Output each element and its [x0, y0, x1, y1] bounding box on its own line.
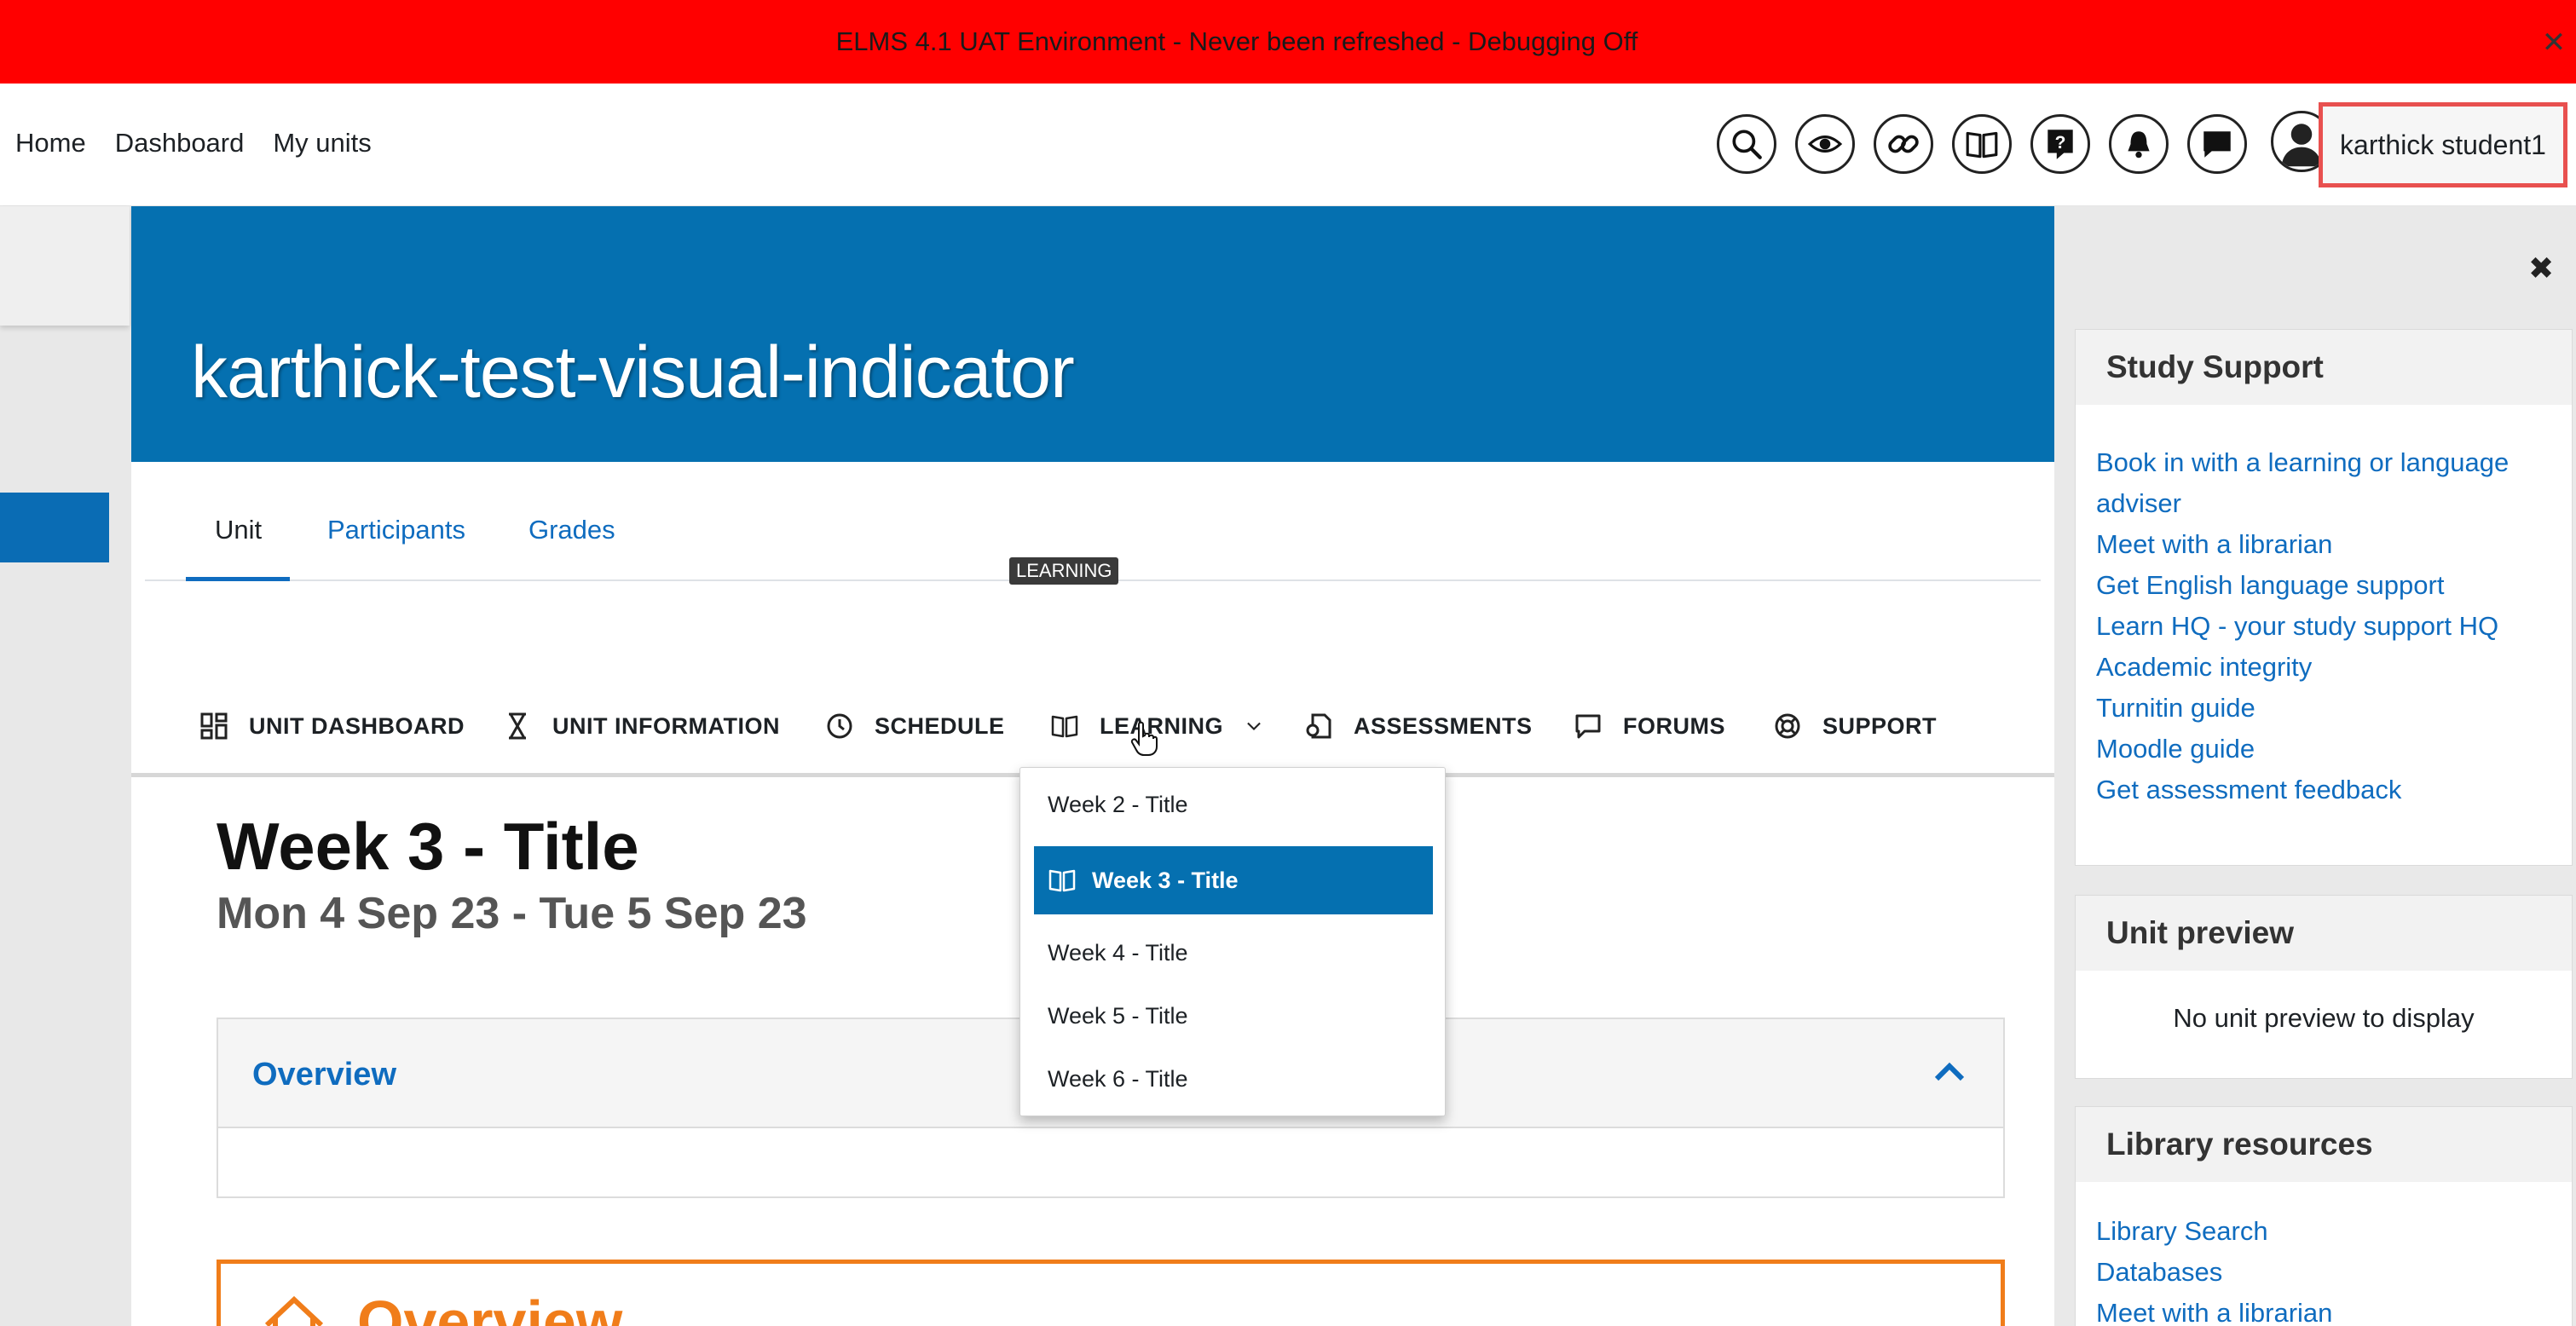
forums-nav[interactable]: FORUMS	[1574, 683, 1725, 769]
close-drawer-icon[interactable]: ✖	[2528, 251, 2554, 286]
username-label: karthick student1	[2340, 129, 2546, 160]
left-drawer-active-indicator[interactable]	[0, 493, 109, 562]
unit-header: karthick-test-visual-indicator	[131, 206, 2054, 462]
search-icon[interactable]	[1717, 114, 1776, 174]
link-library-meet-librarian[interactable]: Meet with a librarian	[2096, 1293, 2555, 1326]
left-drawer-strip	[0, 206, 130, 326]
lifebuoy-icon	[1775, 713, 1800, 739]
dropdown-item-week-4[interactable]: Week 4 - Title	[1020, 921, 1447, 984]
section-card: Overview	[217, 1260, 2005, 1326]
dashboard-icon	[200, 712, 228, 740]
study-support-block: Study Support Book in with a learning or…	[2075, 329, 2573, 866]
link-assessment-feedback[interactable]: Get assessment feedback	[2096, 770, 2555, 810]
unit-preview-title: Unit preview	[2076, 896, 2572, 971]
section-title: Week 3 - Title	[217, 809, 639, 884]
close-banner-icon[interactable]: ✕	[2537, 26, 2571, 60]
tab-unit[interactable]: Unit	[215, 515, 262, 545]
learning-label: LEARNING	[1100, 712, 1223, 739]
link-learn-hq[interactable]: Learn HQ - your study support HQ	[2096, 606, 2555, 647]
schedule-label: SCHEDULE	[875, 712, 1005, 739]
library-resources-title: Library resources	[2076, 1107, 2572, 1182]
home-icon	[264, 1295, 324, 1326]
link-icon[interactable]	[1874, 114, 1933, 174]
bell-icon[interactable]	[2109, 114, 2169, 174]
dropdown-item-week-5[interactable]: Week 5 - Title	[1020, 984, 1447, 1047]
svg-text:?: ?	[2055, 133, 2066, 153]
chat-icon[interactable]	[2187, 114, 2247, 174]
support-label: SUPPORT	[1822, 712, 1938, 739]
link-library-search[interactable]: Library Search	[2096, 1211, 2555, 1252]
unit-information-nav[interactable]: UNIT INFORMATION	[503, 683, 780, 769]
chevron-down-icon	[1247, 722, 1261, 731]
forums-label: FORUMS	[1623, 712, 1725, 739]
link-moodle-guide[interactable]: Moodle guide	[2096, 729, 2555, 770]
link-english-support[interactable]: Get English language support	[2096, 565, 2555, 606]
link-turnitin-guide[interactable]: Turnitin guide	[2096, 688, 2555, 729]
learning-tooltip: LEARNING	[1009, 557, 1119, 585]
book-icon	[1048, 869, 1076, 892]
dropdown-item-week-3-label: Week 3 - Title	[1092, 867, 1239, 893]
tab-grades[interactable]: Grades	[528, 515, 615, 545]
book-icon[interactable]	[1952, 114, 2012, 174]
main-content: karthick-test-visual-indicator Unit Part…	[131, 206, 2054, 1326]
forum-icon	[1575, 714, 1601, 739]
dropdown-item-week-3[interactable]: Week 3 - Title	[1034, 846, 1433, 914]
schedule-nav[interactable]: SCHEDULE	[825, 683, 1005, 769]
study-support-title: Study Support	[2076, 330, 2572, 405]
nav-link-dashboard[interactable]: Dashboard	[115, 128, 245, 159]
user-menu-toggle[interactable]: karthick student1	[2319, 102, 2567, 187]
environment-banner: ELMS 4.1 UAT Environment - Never been re…	[0, 0, 2576, 84]
unit-title: karthick-test-visual-indicator	[191, 332, 1075, 413]
link-meet-librarian[interactable]: Meet with a librarian	[2096, 524, 2555, 565]
library-resources-links: Library Search Databases Meet with a lib…	[2076, 1182, 2572, 1326]
navbar-icons: ?	[1717, 114, 2247, 174]
unit-dashboard-label: UNIT DASHBOARD	[249, 712, 465, 739]
overview-title: Overview	[252, 1057, 396, 1093]
study-support-links: Book in with a learning or language advi…	[2076, 405, 2572, 810]
library-resources-block: Library resources Library Search Databas…	[2075, 1106, 2573, 1326]
unit-dashboard-nav[interactable]: UNIT DASHBOARD	[199, 683, 465, 769]
assessments-nav[interactable]: ASSESSMENTS	[1304, 683, 1533, 769]
top-navbar: Home Dashboard My units ?	[0, 84, 2576, 206]
hand-cursor-icon	[1130, 721, 1158, 756]
unit-preview-empty: No unit preview to display	[2173, 1003, 2475, 1033]
hourglass-icon	[509, 712, 526, 740]
link-book-adviser[interactable]: Book in with a learning or language advi…	[2096, 442, 2555, 524]
visibility-icon[interactable]	[1795, 114, 1855, 174]
unit-information-label: UNIT INFORMATION	[552, 712, 780, 739]
dropdown-item-week-6[interactable]: Week 6 - Title	[1020, 1047, 1447, 1110]
unit-preview-block: Unit preview No unit preview to display	[2075, 895, 2573, 1079]
section-dates: Mon 4 Sep 23 - Tue 5 Sep 23	[217, 889, 807, 938]
help-icon[interactable]: ?	[2030, 114, 2090, 174]
dropdown-item-week-2[interactable]: Week 2 - Title	[1020, 773, 1447, 836]
learning-dropdown-menu: Week 2 - Title Week 3 - Title Week 4 - T…	[1019, 767, 1446, 1116]
assessment-icon	[1306, 713, 1331, 739]
book-icon	[1051, 715, 1078, 738]
tab-participants[interactable]: Participants	[327, 515, 465, 545]
nav-link-my-units[interactable]: My units	[273, 128, 371, 159]
link-databases[interactable]: Databases	[2096, 1252, 2555, 1293]
support-nav[interactable]: SUPPORT	[1773, 683, 1937, 769]
chevron-up-icon[interactable]	[1930, 1053, 1969, 1093]
assessments-label: ASSESSMENTS	[1354, 712, 1533, 739]
primary-navigation: Home Dashboard My units	[15, 128, 372, 159]
clock-icon	[827, 713, 852, 739]
section-card-title: Overview	[357, 1289, 623, 1326]
unit-section-navigation: UNIT DASHBOARD UNIT INFORMATION SCHEDULE…	[131, 683, 2054, 777]
link-academic-integrity[interactable]: Academic integrity	[2096, 647, 2555, 688]
environment-banner-text: ELMS 4.1 UAT Environment - Never been re…	[835, 26, 1638, 56]
active-tab-indicator	[186, 577, 290, 581]
nav-link-home[interactable]: Home	[15, 128, 86, 159]
